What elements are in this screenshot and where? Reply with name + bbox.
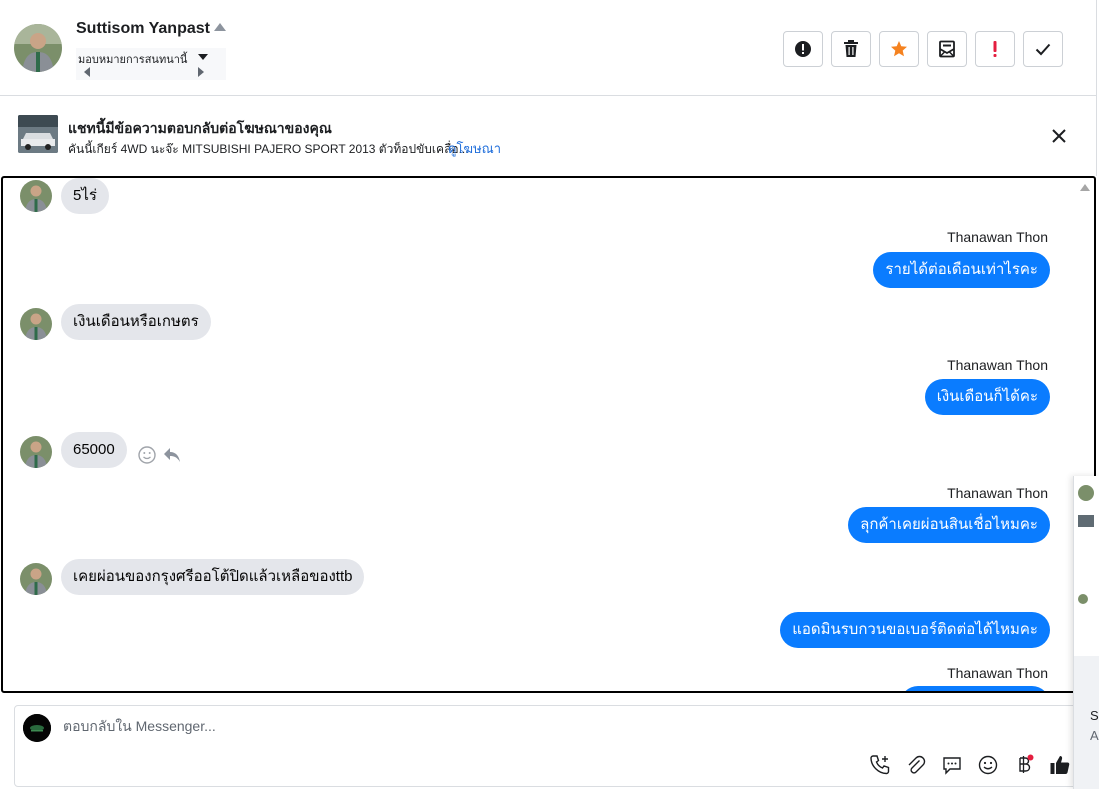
contact-avatar-tiny <box>1078 594 1088 604</box>
outgoing-message: รายได้ต่อเดือนเท่าไรคะ <box>873 252 1050 288</box>
sender-name: Thanawan Thon <box>947 357 1048 373</box>
assign-dropdown[interactable]: มอบหมายการสนทนานี้ <box>76 48 226 80</box>
view-ad-link[interactable]: ดูโฆษณา <box>448 138 501 159</box>
outgoing-message: แอดมินรบกวนขอเบอร์ติดต่อได้ไหมคะ <box>780 612 1050 648</box>
conversation-header: Suttisom Yanpast มอบหมายการสนทนานี้ <box>0 0 1097 96</box>
contact-avatar-small <box>20 308 52 340</box>
phone-plus-icon <box>870 755 890 775</box>
payment-button[interactable] <box>1012 753 1036 777</box>
delete-button[interactable] <box>831 31 871 67</box>
done-button[interactable] <box>1023 31 1063 67</box>
mark-unread-button[interactable] <box>927 31 967 67</box>
incoming-message: 5ไร่ <box>61 178 109 214</box>
message-thread[interactable]: 5ไร่ Thanawan Thon รายได้ต่อเดือนเท่าไรค… <box>1 176 1096 693</box>
contact-avatar-small <box>20 563 52 595</box>
reply-icon <box>164 448 180 462</box>
paperclip-icon <box>908 755 926 774</box>
emoji-button[interactable] <box>976 753 1000 777</box>
saved-replies-button[interactable] <box>940 753 964 777</box>
reply-input[interactable] <box>63 718 763 734</box>
contact-avatar-tiny <box>1078 485 1094 501</box>
reply-button[interactable] <box>163 446 181 469</box>
outgoing-message <box>900 686 1050 691</box>
star-button[interactable] <box>879 31 919 67</box>
like-button[interactable] <box>1048 753 1072 777</box>
sender-name: Thanawan Thon <box>947 485 1048 501</box>
baht-icon <box>1019 754 1034 773</box>
outgoing-message: ลุกค้าเคยผ่อนสินเชื่อไหมคะ <box>848 507 1050 543</box>
ad-thumbnail[interactable] <box>18 115 58 153</box>
assign-label: มอบหมายการสนทนานี้ <box>78 54 188 66</box>
sender-name: Thanawan Thon <box>947 665 1048 681</box>
peek-text: A <box>1090 728 1099 743</box>
scroll-left-arrow[interactable] <box>84 67 90 77</box>
previous-conversation-arrow[interactable] <box>214 23 226 31</box>
envelope-icon <box>939 40 955 58</box>
incoming-message: เงินเดือนหรือเกษตร <box>61 304 211 340</box>
ad-thumbnail-tiny <box>1078 515 1094 527</box>
close-icon <box>1052 129 1066 143</box>
attach-button[interactable] <box>904 753 928 777</box>
smiley-icon <box>978 755 998 775</box>
star-icon <box>891 41 907 57</box>
reply-composer <box>14 705 1084 787</box>
peek-text: Se <box>1090 708 1099 723</box>
scroll-up-arrow[interactable] <box>1080 184 1090 191</box>
exclamation-icon <box>993 41 997 57</box>
scroll-right-arrow[interactable] <box>198 67 204 77</box>
smiley-icon <box>138 446 156 464</box>
contact-avatar-small <box>20 180 52 212</box>
call-button[interactable] <box>868 753 892 777</box>
thumbs-up-icon <box>1050 756 1070 774</box>
trash-icon <box>844 40 858 57</box>
alert-circle-icon <box>795 41 811 57</box>
sender-name: Thanawan Thon <box>947 229 1048 245</box>
side-panel-peek[interactable]: Se A <box>1073 476 1099 789</box>
contact-avatar-small <box>20 436 52 468</box>
incoming-message: 65000 <box>61 432 127 468</box>
ad-reply-banner: แชทนี้มีข้อความตอบกลับต่อโฆษณาของคุณ คัน… <box>0 96 1097 176</box>
chat-bubble-icon <box>943 757 961 775</box>
contact-name: Suttisom Yanpast <box>76 20 210 37</box>
check-icon <box>1035 43 1051 56</box>
incoming-message: เคยผ่อนของกรุงศรีออโต้ปิดแล้วเหลือของttb <box>61 559 365 595</box>
react-button[interactable] <box>138 446 156 469</box>
caret-down-icon <box>198 54 208 60</box>
flag-button[interactable] <box>975 31 1015 67</box>
contact-avatar[interactable] <box>14 24 62 72</box>
close-banner-button[interactable] <box>1049 126 1069 151</box>
outgoing-message: เงินเดือนก็ได้คะ <box>924 379 1050 415</box>
ad-description: คันนี้เกียร์ 4WD นะจ๊ะ MITSUBISHI PAJERO… <box>68 142 469 156</box>
ad-banner-title: แชทนี้มีข้อความตอบกลับต่อโฆษณาของคุณ <box>68 120 332 136</box>
page-avatar <box>23 714 51 742</box>
report-button[interactable] <box>783 31 823 67</box>
